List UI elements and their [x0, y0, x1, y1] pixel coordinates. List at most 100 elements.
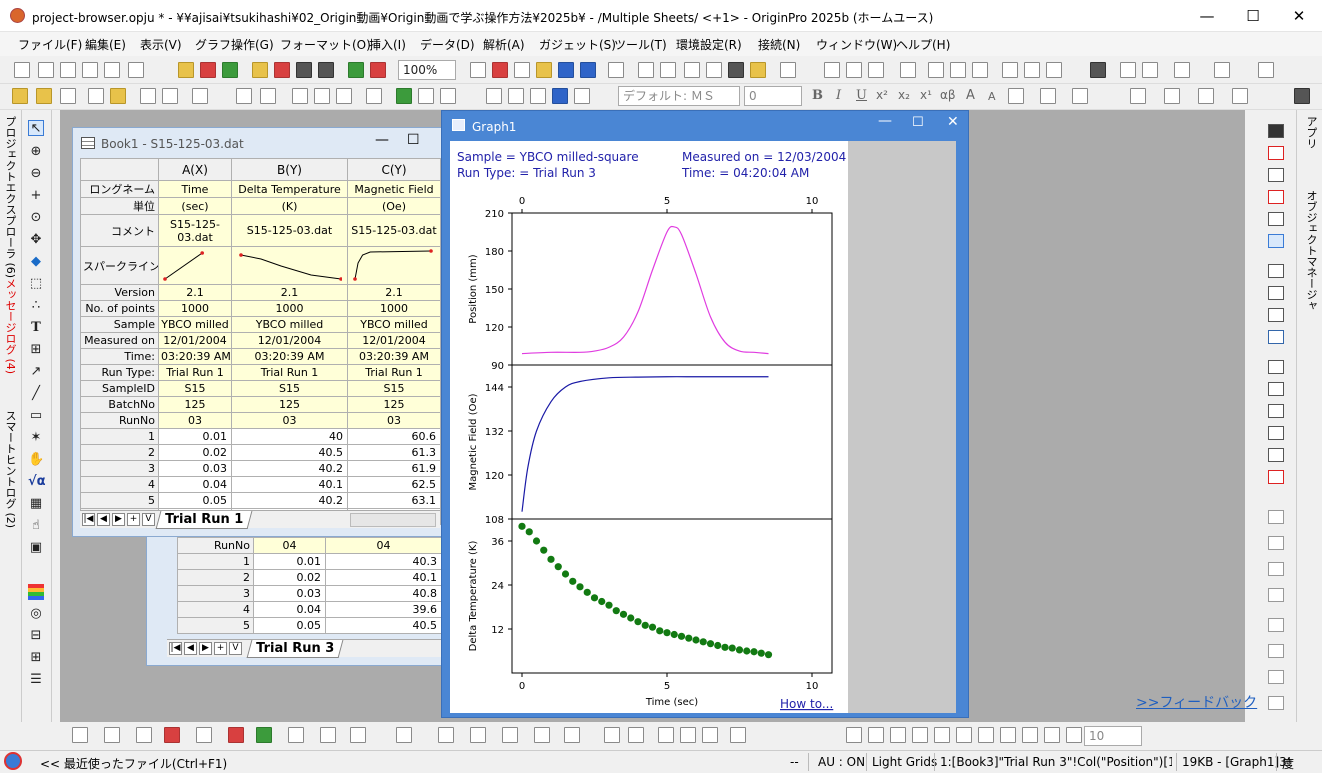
- pin-icon[interactable]: [162, 88, 178, 104]
- layer-icon[interactable]: [1174, 62, 1190, 78]
- line-plot-icon[interactable]: [72, 727, 88, 743]
- meta-cell[interactable]: S15: [158, 380, 232, 397]
- align-top-icon[interactable]: [890, 727, 906, 743]
- menu-preferences[interactable]: 環境設定(R): [676, 36, 742, 53]
- open-icon[interactable]: [252, 62, 268, 78]
- increase-font-button[interactable]: A: [966, 88, 975, 103]
- zoom-out-icon[interactable]: [440, 88, 456, 104]
- meta-cell[interactable]: Time: [158, 180, 232, 198]
- scatter-point[interactable]: [735, 646, 744, 654]
- data-cell[interactable]: 40.5: [325, 617, 442, 634]
- axis-red-icon[interactable]: [1268, 146, 1284, 160]
- line-color-icon[interactable]: [1198, 88, 1214, 104]
- data-cell[interactable]: 39.6: [325, 601, 442, 618]
- arrange-7-icon[interactable]: [1268, 670, 1284, 684]
- waveform-icon[interactable]: [1214, 62, 1230, 78]
- scatter-point[interactable]: [612, 607, 620, 615]
- meta-cell[interactable]: 2.1: [347, 284, 441, 301]
- new-function-icon[interactable]: [104, 62, 120, 78]
- align-icon[interactable]: [1008, 88, 1024, 104]
- heatmap-icon[interactable]: [502, 727, 518, 743]
- plot-layer-1[interactable]: 90 120 150 180 210 Position (mm) 0 5 10: [468, 196, 833, 372]
- scale-out-icon[interactable]: [702, 727, 718, 743]
- meta-cell[interactable]: Delta Temperature: [231, 180, 348, 198]
- meta-label[interactable]: 単位: [80, 197, 159, 215]
- arrange-8-icon[interactable]: [1268, 696, 1284, 710]
- bar-plot-icon[interactable]: [228, 727, 244, 743]
- horizontal-scrollbar[interactable]: [350, 513, 436, 527]
- menu-file[interactable]: ファイル(F): [18, 36, 82, 53]
- status-grids[interactable]: Light Grids: [872, 755, 937, 769]
- scatter-point[interactable]: [764, 651, 773, 659]
- sparkline-cell[interactable]: [158, 246, 232, 285]
- first-sheet-button[interactable]: |◀: [82, 513, 95, 526]
- meta-label[interactable]: コメント: [80, 214, 159, 247]
- code-builder-icon[interactable]: [660, 62, 676, 78]
- equation-icon[interactable]: √α: [28, 474, 46, 490]
- add-sheet-button[interactable]: +: [214, 642, 227, 655]
- data-cell[interactable]: 40.8: [325, 585, 442, 602]
- annotation-icon[interactable]: ⊞: [28, 342, 44, 358]
- arrow-tool-icon[interactable]: ↗: [28, 364, 44, 380]
- data-cell[interactable]: 0.03: [158, 460, 232, 477]
- copy-format-icon[interactable]: [366, 88, 382, 104]
- face-2-icon[interactable]: [628, 727, 644, 743]
- scatter-point[interactable]: [692, 636, 700, 644]
- rescale-plot-icon[interactable]: [730, 727, 746, 743]
- layout-4-icon[interactable]: [1268, 330, 1284, 344]
- meta-label[interactable]: Time:: [80, 348, 159, 365]
- frame-3-icon[interactable]: [1268, 404, 1284, 418]
- results-log-icon[interactable]: [638, 62, 654, 78]
- data-reader-icon[interactable]: ⊙: [28, 210, 44, 226]
- new-workbook-icon[interactable]: [38, 62, 54, 78]
- menu-tools[interactable]: ツール(T): [614, 36, 667, 53]
- meta-cell[interactable]: 03:20:39 AM: [158, 348, 232, 365]
- row-number[interactable]: 4: [80, 476, 159, 493]
- data-cell[interactable]: 60.6: [347, 428, 441, 445]
- graph-canvas[interactable]: Sample = YBCO milled-square Measured on …: [450, 141, 956, 713]
- scatter-point[interactable]: [670, 630, 678, 639]
- tab-trial-run-3[interactable]: Trial Run 3: [246, 640, 344, 658]
- forward-icon[interactable]: [1066, 727, 1082, 743]
- list-icon[interactable]: ☰: [28, 672, 44, 688]
- arrange-icon[interactable]: [140, 88, 156, 104]
- printer-icon[interactable]: [1294, 88, 1310, 104]
- undo-icon[interactable]: [192, 88, 208, 104]
- scatter-point[interactable]: [569, 577, 577, 585]
- sort-icon[interactable]: [868, 62, 884, 78]
- fill-color-icon[interactable]: [1130, 88, 1146, 104]
- scatter-point[interactable]: [663, 629, 671, 637]
- link-layers-icon[interactable]: [314, 88, 330, 104]
- extract-icon[interactable]: [260, 88, 276, 104]
- data-cell[interactable]: 61.3: [347, 444, 441, 461]
- minimize-button[interactable]: —: [1184, 0, 1230, 32]
- region-icon[interactable]: ⬚: [28, 276, 44, 292]
- meta-cell[interactable]: (K): [231, 197, 348, 215]
- cascade-icon[interactable]: [1120, 62, 1136, 78]
- go-up-icon[interactable]: [60, 88, 76, 104]
- meta-label[interactable]: Version: [80, 284, 159, 301]
- scale-icon[interactable]: [336, 88, 352, 104]
- text-tool-icon[interactable]: T: [28, 320, 44, 336]
- face-icon[interactable]: [604, 727, 620, 743]
- add-column-icon[interactable]: [780, 62, 796, 78]
- scatter-point[interactable]: [583, 588, 591, 596]
- scatter-point[interactable]: [627, 614, 635, 622]
- plot-layer-3[interactable]: 12 24 36 Delta Temperature (K) 0 5 10 Time (sec…: [468, 518, 833, 708]
- new-project-icon[interactable]: [14, 62, 30, 78]
- scatter-plot-icon[interactable]: [104, 727, 120, 743]
- data-cell[interactable]: 0.03: [253, 585, 326, 602]
- scatter-point[interactable]: [677, 632, 686, 640]
- row-number[interactable]: 5: [80, 492, 159, 509]
- meta-label[interactable]: Run Type:: [80, 364, 159, 381]
- surface-icon[interactable]: [438, 727, 454, 743]
- pointer-icon[interactable]: ↖: [28, 120, 44, 136]
- dark-mode-icon[interactable]: [1090, 62, 1106, 78]
- italic-button[interactable]: I: [836, 88, 841, 103]
- signal-icon[interactable]: [1258, 62, 1274, 78]
- meta-cell[interactable]: 1000: [347, 300, 441, 317]
- meta-cell[interactable]: YBCO milled: [347, 316, 441, 333]
- status-unit[interactable]: 度: [1282, 755, 1294, 772]
- meta-cell[interactable]: 125: [231, 396, 348, 413]
- save-project-icon[interactable]: [296, 62, 312, 78]
